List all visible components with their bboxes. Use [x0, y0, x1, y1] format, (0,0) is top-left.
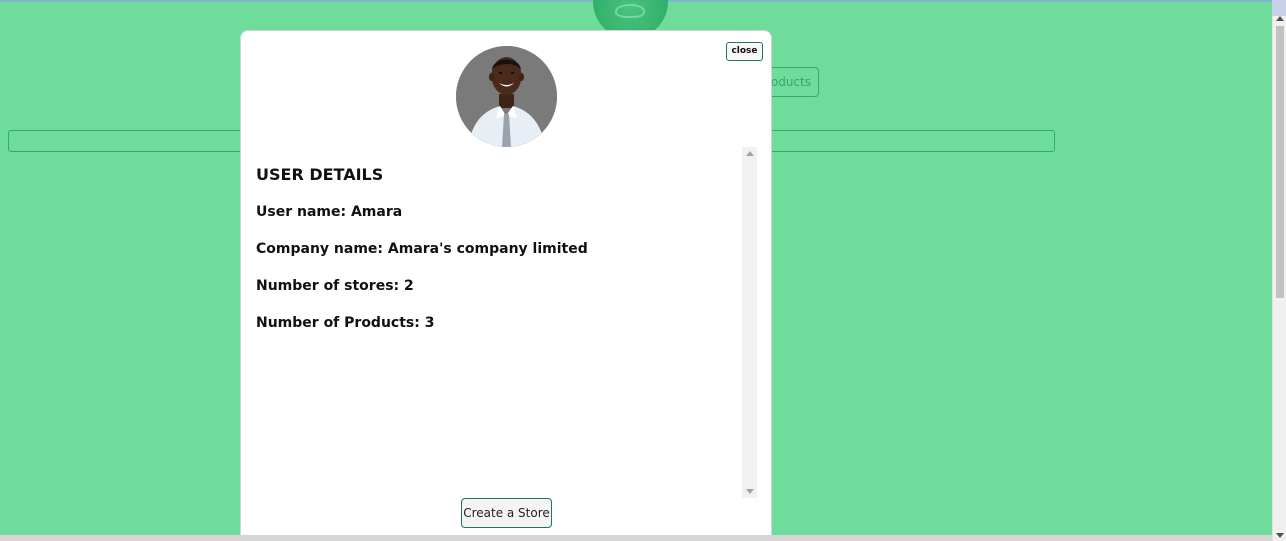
company-name-row: Company name: Amara's company limited	[256, 241, 588, 257]
details-scroll-pane[interactable]: USER DETAILS User name: Amara Company na…	[256, 147, 757, 498]
products-count-row: Number of Products: 3	[256, 315, 434, 331]
leaf-icon	[615, 4, 645, 18]
scroll-up-icon[interactable]	[1276, 16, 1284, 21]
create-store-button[interactable]: Create a Store	[461, 498, 552, 528]
page-vertical-scrollbar[interactable]	[1272, 16, 1286, 541]
page-horizontal-scrollbar[interactable]	[0, 535, 1272, 541]
details-scrollbar[interactable]	[742, 147, 757, 498]
stores-count-row: Number of stores: 2	[256, 278, 414, 294]
products-count-label: Number of Products:	[256, 315, 420, 331]
scroll-down-icon[interactable]	[746, 489, 754, 494]
stores-count-label: Number of stores:	[256, 278, 400, 294]
user-name-row: User name: Amara	[256, 204, 402, 220]
user-details-modal: close USER DETAILS User name: Amara Comp…	[240, 30, 772, 541]
close-button[interactable]: close	[726, 42, 763, 61]
company-name-label: Company name:	[256, 241, 384, 257]
company-name-value: Amara's company limited	[387, 241, 588, 257]
details-title: USER DETAILS	[256, 165, 384, 184]
products-count-value: 3	[424, 315, 435, 331]
avatar	[456, 46, 557, 147]
stores-count-value: 2	[404, 278, 414, 294]
scrollbar-thumb[interactable]	[1276, 26, 1284, 298]
scroll-down-icon[interactable]	[1276, 533, 1284, 538]
window-corner	[1272, 0, 1286, 16]
user-name-label: User name:	[256, 204, 347, 220]
user-photo-icon	[456, 46, 557, 147]
scroll-up-icon[interactable]	[746, 151, 754, 156]
user-name-value: Amara	[350, 204, 403, 220]
